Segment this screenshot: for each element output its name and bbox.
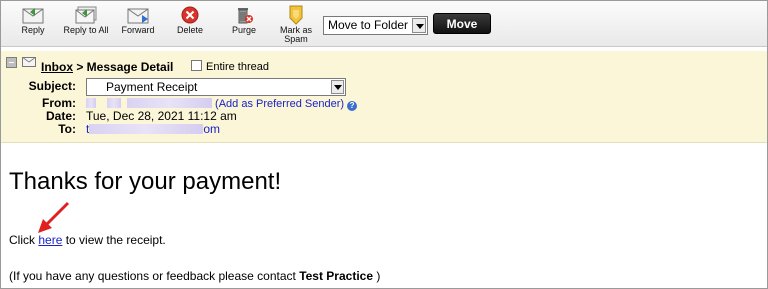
date-value: Tue, Dec 28, 2021 11:12 am <box>86 109 237 123</box>
view-receipt-text: to view the receipt. <box>62 233 166 247</box>
subject-value: Payment Receipt <box>106 80 198 94</box>
help-icon[interactable]: ? <box>347 101 358 111</box>
delete-button[interactable]: Delete <box>163 3 217 45</box>
to-value: t om <box>86 123 220 135</box>
reply-all-icon <box>75 6 97 24</box>
message-body-line: Click here to view the receipt. <box>9 233 166 247</box>
purge-button[interactable]: Purge <box>217 3 271 45</box>
message-header: Inbox > Message Detail Entire thread Sub… <box>1 51 767 143</box>
breadcrumb: Inbox > Message Detail <box>41 61 173 73</box>
reply-all-label: Reply to All <box>63 25 109 35</box>
view-receipt-link[interactable]: here <box>38 233 62 247</box>
mark-as-spam-label: Mark as Spam <box>269 26 323 44</box>
delete-label: Delete <box>176 25 203 35</box>
forward-icon <box>127 8 149 24</box>
move-button[interactable]: Move <box>433 13 491 34</box>
from-label: From: <box>42 96 76 110</box>
to-label: To: <box>58 122 76 136</box>
delete-icon <box>181 6 199 24</box>
entire-thread-checkbox[interactable]: Entire thread <box>191 60 269 73</box>
annotation-arrow-icon <box>38 201 70 233</box>
redacted-recipient <box>89 124 204 134</box>
redacted-sender-name <box>86 98 96 108</box>
forward-label: Forward <box>121 25 155 35</box>
entire-thread-label: Entire thread <box>206 61 269 73</box>
breadcrumb-current: > Message Detail <box>73 60 174 74</box>
chevron-down-icon[interactable] <box>331 80 344 94</box>
contact-close: ) <box>373 269 381 283</box>
purge-icon <box>238 8 253 24</box>
mark-spam-icon <box>289 5 303 25</box>
contact-text: (If you have any questions or feedback p… <box>9 269 300 283</box>
move-to-folder-value: Move to Folder <box>328 18 409 32</box>
purge-label: Purge <box>231 25 257 35</box>
chevron-down-icon[interactable] <box>412 18 426 33</box>
subject-label: Subject: <box>28 79 76 93</box>
forward-button[interactable]: Forward <box>111 3 165 45</box>
spam-label: Spam <box>284 34 308 44</box>
reply-button[interactable]: Reply <box>6 3 60 45</box>
contact-name: Test Practice <box>299 269 374 283</box>
reply-label: Reply <box>21 25 45 35</box>
envelope-icon <box>22 57 36 67</box>
date-label: Date: <box>45 109 76 123</box>
reply-all-button[interactable]: Reply to All <box>59 3 113 45</box>
mark-as-spam-button[interactable]: Mark as Spam <box>269 3 323 45</box>
toolbar: Reply Reply to All Forward Delete Purge … <box>1 1 767 47</box>
contact-line: (If you have any questions or feedback p… <box>9 269 380 283</box>
reply-icon <box>22 8 44 24</box>
to-suffix: om <box>203 122 221 136</box>
redacted-sender-email <box>126 98 212 108</box>
click-text: Click <box>9 233 39 247</box>
collapse-icon[interactable] <box>6 57 17 68</box>
checkbox-icon[interactable] <box>191 60 202 71</box>
move-to-folder-select[interactable]: Move to Folder <box>323 16 428 35</box>
message-title: Thanks for your payment! <box>9 168 282 195</box>
breadcrumb-inbox-link[interactable]: Inbox <box>41 60 73 74</box>
redacted-sender-part <box>107 98 122 108</box>
subject-select[interactable]: Payment Receipt <box>86 78 346 96</box>
